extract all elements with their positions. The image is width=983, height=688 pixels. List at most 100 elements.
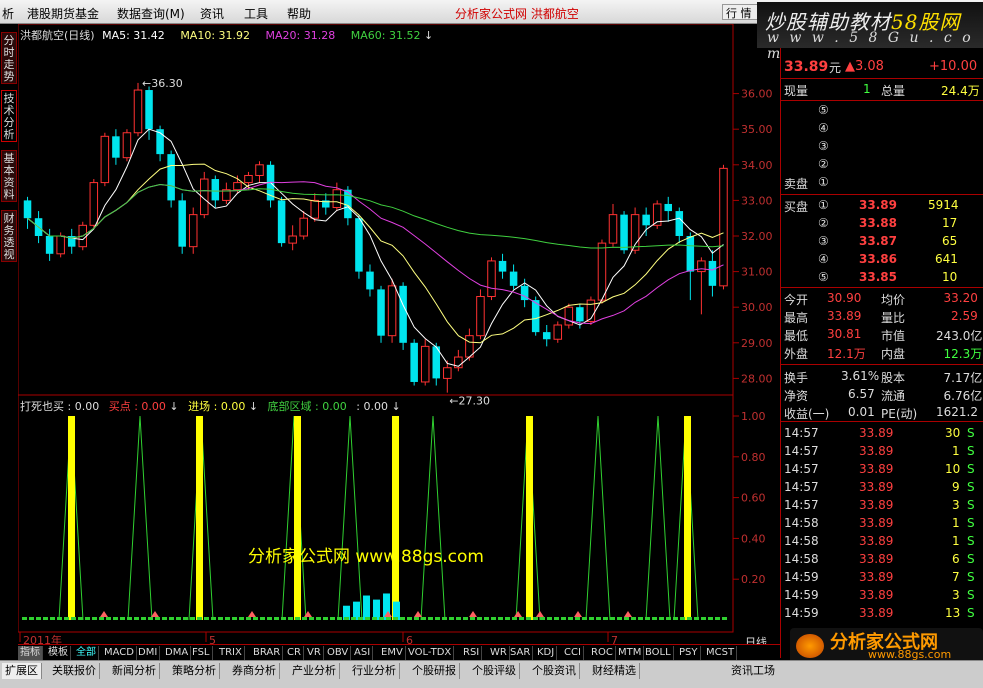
- tab-fundamentals[interactable]: 基本资料: [1, 150, 17, 202]
- bottom-tab[interactable]: 新闻分析: [109, 663, 160, 679]
- tab-technical[interactable]: 技术分析: [1, 90, 17, 142]
- tab-mtm[interactable]: MTM: [616, 646, 645, 660]
- bottom-tab[interactable]: 个股评级: [469, 663, 520, 679]
- bottom-tab[interactable]: 产业分析: [289, 663, 340, 679]
- tab-financials[interactable]: 财务透视: [1, 210, 17, 262]
- candle-body-up: [487, 260, 496, 298]
- bottom-tab[interactable]: 个股研报: [409, 663, 460, 679]
- tab-mcst[interactable]: MCST: [704, 646, 738, 660]
- tab-boll[interactable]: BOLL: [643, 646, 674, 660]
- buy-signal-bar: [68, 416, 75, 620]
- baseline-dot: [323, 617, 328, 620]
- sell-label: 卖盘: [784, 177, 809, 191]
- baseline-dot: [288, 617, 293, 620]
- baseline-dot: [645, 617, 650, 620]
- tab-roc[interactable]: ROC: [589, 646, 616, 660]
- candle-body-up: [387, 285, 397, 337]
- stat-value: 2.59: [951, 309, 978, 323]
- buy-signal-bar: [196, 416, 203, 620]
- tab-全部[interactable]: 全部: [74, 646, 99, 660]
- tab-sar[interactable]: SAR: [508, 646, 534, 660]
- baseline-dot: [617, 617, 622, 620]
- candle-body-up: [564, 306, 574, 326]
- stat-row: 今开 30.90 均价 33.20: [781, 290, 983, 308]
- tab-指标[interactable]: 指标: [18, 646, 43, 660]
- bottom-tab[interactable]: 策略分析: [169, 663, 220, 679]
- tick-row: 14:58 33.89 6 S: [781, 551, 983, 569]
- baseline-dot: [99, 617, 104, 620]
- candle-body-down: [178, 200, 186, 247]
- tick-volume: 3: [952, 498, 960, 512]
- baseline-dot: [505, 617, 510, 620]
- baseline-dot: [442, 617, 447, 620]
- tab-wr[interactable]: WR: [488, 646, 510, 660]
- tab-cr[interactable]: CR: [285, 646, 304, 660]
- window-title: 分析家公式网 洪都航空: [455, 7, 579, 21]
- tab-rsi[interactable]: RSI: [461, 646, 483, 660]
- chart-area[interactable]: 36.00 35.00 34.00 33.00 32.00 31.00 30.00 29.00…: [18, 24, 780, 658]
- tab-trix[interactable]: TRIX: [217, 646, 245, 660]
- baseline-dot: [169, 617, 174, 620]
- bottom-tab[interactable]: 个股资讯: [529, 663, 580, 679]
- bottom-tab[interactable]: 券商分析: [229, 663, 280, 679]
- buy-level-row: ② 33.88 17: [781, 215, 983, 233]
- menu-item[interactable]: 资讯: [200, 5, 224, 22]
- tab-cci[interactable]: CCI: [562, 646, 584, 660]
- tick-volume: 1: [952, 516, 960, 530]
- tab-dma[interactable]: DMA: [163, 646, 192, 660]
- tab-dmi[interactable]: DMI: [136, 646, 161, 660]
- ma20-label: MA20: 31.28: [265, 29, 336, 42]
- menu-item[interactable]: 帮助: [287, 5, 311, 22]
- tab-kdj[interactable]: KDJ: [535, 646, 558, 660]
- tab-emv[interactable]: EMV: [379, 646, 406, 660]
- tick-price: 33.89: [859, 462, 894, 476]
- buy-arrow-icon: [469, 611, 477, 617]
- bottom-tab[interactable]: 扩展区: [2, 663, 42, 679]
- bottom-right-tab[interactable]: 资讯工场: [728, 663, 778, 679]
- tab-vol-tdx[interactable]: VOL-TDX: [406, 646, 455, 660]
- buy-label: 买盘: [784, 200, 809, 214]
- baseline-dot: [491, 617, 496, 620]
- baseline-dot: [246, 617, 251, 620]
- candle-body-down: [277, 200, 286, 244]
- tab-vr[interactable]: VR: [305, 646, 324, 660]
- stat-value: 12.1万: [827, 347, 866, 361]
- menu-item[interactable]: 港股期货基金: [27, 5, 99, 22]
- baseline-dot: [204, 617, 209, 620]
- bottom-tab[interactable]: 行业分析: [349, 663, 400, 679]
- tab-intraday[interactable]: 分时走势: [1, 32, 17, 84]
- bottom-tab[interactable]: 关联报价: [49, 663, 100, 679]
- candle-body-up: [299, 217, 308, 237]
- value: 1: [863, 82, 871, 96]
- tab-fsl[interactable]: FSL: [190, 646, 213, 660]
- baseline-dot: [274, 617, 279, 620]
- buy-level-row: ⑤ 33.85 10: [781, 269, 983, 287]
- tab-brar[interactable]: BRAR: [251, 646, 284, 660]
- tab-模板[interactable]: 模板: [46, 646, 71, 660]
- bid-price: 33.85: [859, 270, 897, 284]
- stat-row: 外盘 12.1万 内盘 12.3万: [781, 344, 983, 362]
- menu-item[interactable]: 工具: [244, 5, 268, 22]
- menu-item[interactable]: 析: [2, 5, 14, 22]
- menu-item[interactable]: 数据查询(M): [117, 5, 185, 22]
- fin-row: 换手 3.61% 股本 7.17亿: [781, 368, 983, 386]
- baseline-dot: [631, 617, 636, 620]
- tab-obv[interactable]: OBV: [325, 646, 352, 660]
- bottom-tab[interactable]: 财经精选: [589, 663, 640, 679]
- baseline-dot: [582, 617, 587, 620]
- baseline-dot: [309, 617, 314, 620]
- baseline-dot: [414, 617, 419, 620]
- volume-bar: [363, 595, 370, 620]
- tab-asi[interactable]: ASI: [352, 646, 374, 660]
- tick-row: 14:59 33.89 13 S: [781, 605, 983, 623]
- baseline-dot: [540, 617, 545, 620]
- ind-extra: : 0.00: [356, 400, 388, 413]
- stat-value: 12.3万: [943, 347, 983, 361]
- baseline-dot: [561, 617, 566, 620]
- tick-volume: 6: [952, 552, 960, 566]
- arrow-down-icon: ↓: [248, 400, 259, 413]
- candle-body-up: [89, 182, 99, 226]
- tab-macd[interactable]: MACD: [102, 646, 137, 660]
- tab-psy[interactable]: PSY: [677, 646, 701, 660]
- buy-level-row: 买盘 ① 33.89 5914: [781, 197, 983, 215]
